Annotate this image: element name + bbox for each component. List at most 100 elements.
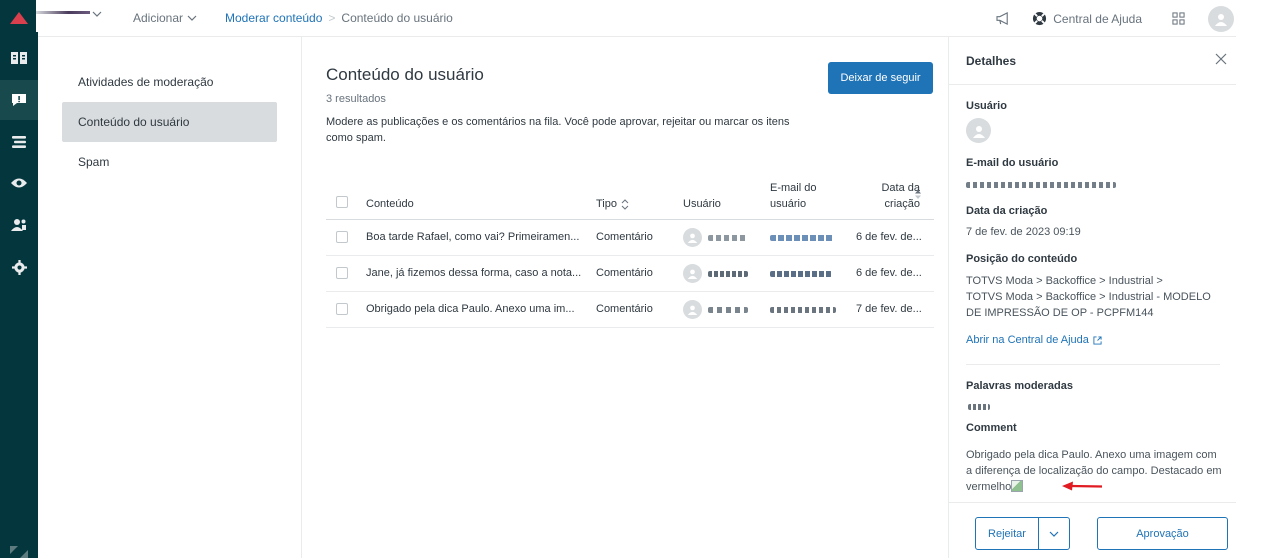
left-rail (0, 0, 38, 558)
row-content[interactable]: Boa tarde Rafael, como vai? Primeiramen.… (366, 231, 581, 243)
row-checkbox[interactable] (336, 231, 348, 243)
sort-icon (621, 198, 629, 210)
add-menu[interactable]: Adicionar (133, 11, 197, 25)
add-label: Adicionar (133, 11, 184, 25)
close-icon[interactable] (1215, 53, 1227, 65)
users-icon[interactable] (0, 205, 38, 245)
row-type: Comentário (596, 303, 653, 315)
column-type-label: Tipo (596, 198, 617, 210)
row-content[interactable]: Obrigado pela dica Paulo. Anexo uma im..… (366, 303, 581, 315)
column-email-line2: usuário (770, 198, 807, 210)
column-email-line1: E-mail do (770, 182, 817, 194)
column-date[interactable]: Data da criação (856, 180, 920, 212)
avatar (966, 118, 991, 143)
user-icon (687, 269, 698, 279)
row-date: 6 de fev. de... (856, 267, 922, 279)
column-email[interactable]: E-mail do usuário (770, 180, 816, 212)
top-header: Adicionar Moderar conteúdo > Conteúdo do… (36, 0, 1236, 37)
zendesk-logo-icon[interactable] (0, 0, 38, 36)
details-title: Detalhes (966, 54, 1017, 68)
redacted-email (966, 182, 1116, 188)
select-all-checkbox[interactable] (336, 196, 348, 208)
row-date: 6 de fev. de... (856, 231, 922, 243)
knowledge-icon[interactable] (0, 38, 38, 78)
details-header: Detalhes (949, 37, 1237, 85)
details-divider (966, 364, 1220, 365)
table-row[interactable]: Boa tarde Rafael, como vai? Primeiramen.… (326, 220, 934, 256)
page-description: Modere as publicações e os comentários n… (326, 116, 790, 144)
reject-button[interactable]: Rejeitar (975, 517, 1039, 550)
red-arrow-annotation (1062, 481, 1103, 491)
row-type: Comentário (596, 267, 653, 279)
email-label: E-mail do usuário (966, 157, 1059, 169)
lifebuoy-icon (1033, 11, 1047, 26)
main-content: Conteúdo do usuário 3 resultados Modere … (302, 37, 948, 558)
help-link-label: Abrir na Central de Ajuda (966, 334, 1089, 346)
column-content[interactable]: Conteúdo (366, 196, 414, 212)
column-date-line2: criação (884, 198, 920, 210)
reject-options-button[interactable] (1038, 517, 1070, 550)
help-center-button[interactable]: Central de Ajuda (1032, 11, 1142, 26)
user-avatar[interactable] (1208, 5, 1234, 32)
results-count: 3 resultados (326, 93, 386, 105)
brand-switcher[interactable] (36, 0, 102, 32)
settings-icon[interactable] (0, 247, 38, 287)
eye-icon[interactable] (0, 163, 38, 203)
subnav-item-spam[interactable]: Spam (62, 142, 277, 182)
sort-asc-icon[interactable] (914, 189, 922, 200)
megaphone-icon[interactable] (988, 12, 1018, 25)
moderated-words-label: Palavras moderadas (966, 380, 1074, 392)
arrange-icon[interactable] (0, 122, 38, 162)
table-row[interactable]: Obrigado pela dica Paulo. Anexo uma im..… (326, 292, 934, 328)
apps-grid-icon[interactable] (1168, 12, 1188, 25)
subnav-item-user-content[interactable]: Conteúdo do usuário (62, 102, 277, 142)
avatar (683, 228, 702, 247)
user-icon (972, 125, 985, 138)
breadcrumb-current: Conteúdo do usuário (341, 11, 453, 25)
help-label: Central de Ajuda (1053, 11, 1142, 26)
redacted-word (968, 404, 990, 410)
redacted-email (770, 271, 832, 277)
user-icon (1215, 13, 1227, 26)
column-date-line1: Data da (881, 182, 920, 194)
chevron-down-icon (92, 11, 102, 17)
column-type[interactable]: Tipo (596, 196, 629, 212)
approve-button[interactable]: Aprovação (1097, 517, 1228, 550)
open-help-center-link[interactable]: Abrir na Central de Ajuda (966, 334, 1102, 346)
brand-logo (36, 11, 90, 14)
table-header: Conteúdo Tipo Usuário E-mail do usuário … (326, 174, 934, 220)
redacted-username (708, 271, 748, 277)
row-date: 7 de fev. de... (856, 303, 922, 315)
redacted-username (708, 307, 748, 313)
user-icon (687, 233, 698, 243)
row-content[interactable]: Jane, já fizemos dessa forma, caso a not… (366, 267, 581, 279)
broken-image-icon[interactable] (1011, 480, 1024, 492)
external-link-icon (1093, 335, 1102, 345)
user-icon (687, 305, 698, 315)
chevron-down-icon (187, 15, 197, 21)
window-edge (1236, 0, 1262, 558)
unfollow-button[interactable]: Deixar de seguir (828, 62, 933, 94)
comment-label: Comment (966, 422, 1017, 434)
created-label: Data da criação (966, 205, 1048, 217)
avatar (683, 300, 702, 319)
position-line2: TOTVS Moda > Backoffice > Industrial - M… (966, 291, 1211, 319)
breadcrumb-link[interactable]: Moderar conteúdo (225, 11, 322, 25)
moderation-icon[interactable] (0, 80, 38, 120)
redacted-email (770, 235, 834, 241)
header-actions: Central de Ajuda (988, 0, 1236, 37)
details-panel: Detalhes Usuário E-mail do usuário Data … (948, 37, 1237, 558)
row-checkbox[interactable] (336, 267, 348, 279)
breadcrumb: Moderar conteúdo > Conteúdo do usuário (225, 11, 453, 25)
content-table: Conteúdo Tipo Usuário E-mail do usuário … (326, 174, 934, 328)
redacted-email (770, 307, 836, 313)
zendesk-footer-icon (0, 540, 38, 558)
user-label: Usuário (966, 100, 1007, 112)
position-line1: TOTVS Moda > Backoffice > Industrial > (966, 275, 1163, 287)
position-label: Posição do conteúdo (966, 253, 1078, 265)
chevron-down-icon (1049, 531, 1059, 537)
column-user[interactable]: Usuário (683, 196, 721, 212)
row-checkbox[interactable] (336, 303, 348, 315)
subnav-item-activities[interactable]: Atividades de moderação (62, 62, 277, 102)
table-row[interactable]: Jane, já fizemos dessa forma, caso a not… (326, 256, 934, 292)
